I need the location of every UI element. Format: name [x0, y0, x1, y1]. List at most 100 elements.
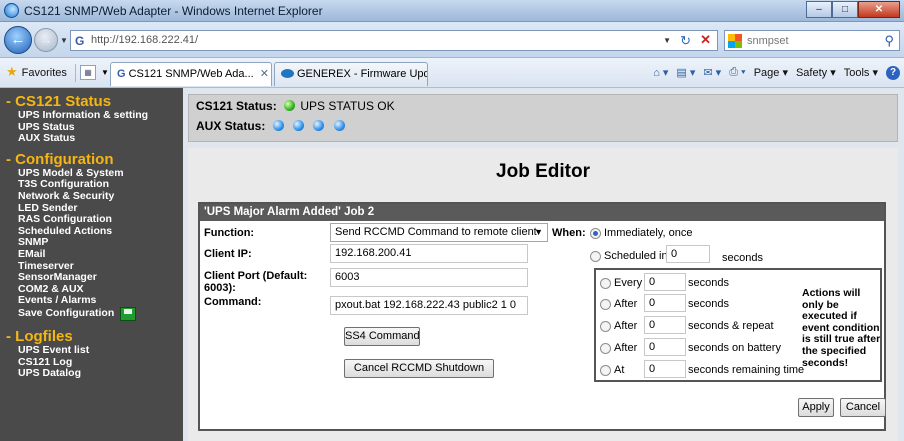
cancel-button[interactable]: Cancel — [840, 398, 886, 417]
sidebar-item-aux-status[interactable]: AUX Status — [0, 133, 183, 145]
after-battery-radio[interactable] — [600, 343, 611, 354]
function-select[interactable]: Send RCCMD Command to remote client ▼ — [330, 223, 548, 242]
page-menu-label: Page — [753, 67, 780, 79]
sidebar-item-ups-event-list[interactable]: UPS Event list — [0, 344, 183, 357]
main-content: Job Editor 'UPS Major Alarm Added' Job 2… — [188, 148, 898, 441]
command-bar: ⌂ ▾ ▤ ▾ ✉ ▾ ⎙ ▾ Page ▾ Safety ▾ Tools ▾ … — [653, 66, 900, 80]
close-tab-icon[interactable]: ✕ — [260, 68, 269, 80]
maximize-button[interactable]: □ — [832, 1, 858, 18]
at-input[interactable]: 0 — [644, 360, 686, 378]
help-icon[interactable]: ? — [886, 66, 900, 80]
feeds-icon[interactable]: ▤ ▾ — [676, 66, 695, 80]
sidebar-item-ups-datalog[interactable]: UPS Datalog — [0, 367, 183, 380]
search-icon[interactable]: ⚲ — [884, 33, 894, 49]
mail-icon[interactable]: ✉ ▾ — [703, 66, 721, 80]
search-input[interactable]: snmpset ⚲ — [724, 30, 900, 51]
page-title: Job Editor — [496, 161, 590, 182]
sidebar-item-email[interactable]: EMail — [0, 248, 183, 261]
favorites-button[interactable]: ★ Favorites — [6, 64, 67, 82]
when-label: When: — [552, 227, 586, 239]
tab-list-dropdown-icon[interactable]: ▼ — [101, 68, 109, 77]
tab-label: GENEREX - Firmware Update — [297, 68, 428, 80]
after-input[interactable]: 0 — [644, 294, 686, 312]
aux-led-icon — [313, 120, 325, 131]
at-unit: seconds remaining time — [688, 364, 805, 376]
after-battery-unit: seconds on battery — [688, 342, 781, 354]
status-ok-led-icon — [284, 100, 296, 111]
back-button[interactable]: ← — [4, 26, 32, 54]
after-repeat-input[interactable]: 0 — [644, 316, 686, 334]
recent-pages-dropdown[interactable]: ▼ — [60, 36, 68, 45]
sidebar-item-ras[interactable]: RAS Configuration — [0, 214, 183, 226]
stop-icon[interactable]: ✕ — [700, 32, 711, 48]
quick-tabs-icon[interactable]: ▦ — [80, 65, 96, 80]
refresh-icon[interactable]: ↻ — [680, 33, 691, 49]
tab-label: CS121 SNMP/Web Ada... — [128, 68, 254, 80]
scheduled-in-label: Scheduled in — [604, 250, 668, 262]
after-radio[interactable] — [600, 299, 611, 310]
after-unit: seconds — [688, 298, 729, 310]
sidebar-item-save-configuration[interactable]: Save Configuration — [0, 306, 183, 321]
after-battery-input[interactable]: 0 — [644, 338, 686, 356]
print-icon[interactable]: ⎙ ▾ — [729, 66, 745, 80]
sidebar-item-ups-information[interactable]: UPS Information & setting — [0, 109, 183, 122]
url-dropdown-icon[interactable]: ▼ — [663, 36, 671, 45]
sidebar-item-network[interactable]: Network & Security — [0, 190, 183, 203]
sidebar-heading: - Configuration — [6, 150, 114, 168]
save-configuration-label: Save Configuration — [18, 307, 115, 320]
sidebar-section-status: - CS121 Status UPS Information & setting… — [0, 88, 183, 145]
chevron-down-icon: ▼ — [534, 227, 543, 237]
url-text: http://192.168.222.41/ — [91, 34, 199, 46]
command-input[interactable]: pxout.bat 192.168.222.43 public2 1 0 — [330, 296, 528, 315]
cancel-rccmd-shutdown-button[interactable]: Cancel RCCMD Shutdown — [344, 359, 494, 378]
aux-status-row: AUX Status: — [196, 119, 347, 133]
after-repeat-unit: seconds & repeat — [688, 320, 774, 332]
sidebar-section-configuration: - Configuration UPS Model & System T3S C… — [0, 145, 183, 321]
after-label: After — [614, 298, 638, 310]
window-titlebar: CS121 SNMP/Web Adapter - Windows Interne… — [0, 0, 904, 22]
window-controls: – □ ✕ — [806, 1, 900, 19]
web-page: - CS121 Status UPS Information & setting… — [0, 88, 904, 441]
every-label: Every — [614, 277, 643, 289]
url-input[interactable]: G http://192.168.222.41/ ▼ ↻ ✕ — [70, 30, 718, 51]
sidebar-item-sensormanager[interactable]: SensorManager — [0, 272, 183, 284]
scheduled-in-input[interactable]: 0 — [666, 245, 710, 263]
favorites-label: Favorites — [21, 67, 67, 79]
command-label: Command: — [204, 296, 262, 308]
client-port-input[interactable]: 6003 — [330, 268, 528, 287]
save-disk-icon[interactable] — [120, 306, 137, 321]
close-window-button[interactable]: ✕ — [858, 1, 900, 18]
minimize-button[interactable]: – — [806, 1, 832, 18]
sidebar-heading: - Logfiles — [6, 327, 73, 345]
apply-button[interactable]: Apply — [798, 398, 834, 417]
client-port-label: Client Port (Default: 6003): — [204, 270, 308, 294]
client-ip-label: Client IP: — [204, 248, 252, 260]
tab-generex[interactable]: GENEREX - Firmware Update — [274, 62, 428, 86]
page-menu[interactable]: Page ▾ — [754, 66, 788, 80]
scheduled-in-unit: seconds — [722, 252, 763, 264]
every-input[interactable]: 0 — [644, 273, 686, 291]
every-radio[interactable] — [600, 278, 611, 289]
tab-cs121[interactable]: G CS121 SNMP/Web Ada... ✕ — [110, 62, 272, 86]
after-repeat-radio[interactable] — [600, 321, 611, 332]
forward-button[interactable]: → — [34, 28, 58, 52]
at-radio[interactable] — [600, 365, 611, 376]
cs121-status-label: CS121 Status: — [196, 99, 277, 113]
generex-favicon-icon — [281, 69, 294, 78]
tools-menu[interactable]: Tools ▾ — [844, 66, 878, 80]
after-battery-label: After — [614, 342, 638, 354]
immediately-radio[interactable] — [590, 228, 601, 239]
home-icon[interactable]: ⌂ ▾ — [653, 66, 668, 80]
scheduled-in-radio[interactable] — [590, 251, 601, 262]
ie-logo-icon — [4, 3, 19, 18]
immediately-label: Immediately, once — [604, 227, 693, 239]
sidebar-item-events-alarms[interactable]: Events / Alarms — [0, 295, 183, 307]
client-ip-input[interactable]: 192.168.200.41 — [330, 244, 528, 263]
function-selected-value: Send RCCMD Command to remote client — [335, 226, 537, 238]
safety-menu-label: Safety — [795, 67, 828, 79]
every-unit: seconds — [688, 277, 729, 289]
at-label: At — [614, 364, 625, 376]
safety-menu[interactable]: Safety ▾ — [796, 66, 836, 80]
ss4-command-button[interactable]: SS4 Command — [344, 327, 420, 346]
toolbar-divider — [75, 64, 76, 82]
